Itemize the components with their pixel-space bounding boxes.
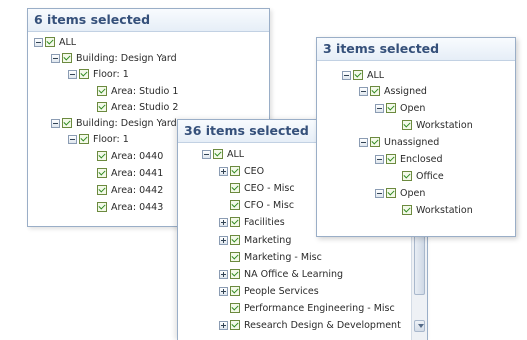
expand-icon[interactable] (219, 217, 228, 227)
checkbox-checked-icon[interactable] (386, 188, 396, 198)
tree-node-subtype[interactable]: Workstation (391, 203, 473, 217)
collapse-icon[interactable] (375, 188, 384, 198)
tree-node-department[interactable]: Research Design & Development (219, 318, 401, 332)
checkbox-checked-icon[interactable] (230, 217, 240, 227)
checkbox-checked-icon[interactable] (213, 149, 223, 159)
checkbox-checked-icon[interactable] (230, 320, 240, 330)
collapse-icon[interactable] (68, 134, 77, 144)
tree-node-department[interactable]: Marketing - Misc (219, 250, 322, 264)
panel-header: 3 items selected (317, 38, 515, 61)
tree-node-building[interactable]: Building: Design Yard (51, 51, 177, 65)
tree-node-type[interactable]: Open (375, 101, 425, 115)
tree-node-type[interactable]: Open (375, 186, 425, 200)
checkbox-checked-icon[interactable] (402, 171, 412, 181)
checkbox-checked-icon[interactable] (230, 200, 240, 210)
tree-node-all[interactable]: ALL (34, 35, 76, 49)
collapse-icon[interactable] (51, 53, 60, 63)
checkbox-checked-icon[interactable] (62, 53, 72, 63)
checkbox-checked-icon[interactable] (97, 185, 107, 195)
checkbox-checked-icon[interactable] (97, 151, 107, 161)
checkbox-checked-icon[interactable] (386, 154, 396, 164)
tree-node-department[interactable]: Marketing (219, 233, 291, 247)
tree-node-department[interactable]: Performance Engineering - Misc (219, 301, 395, 315)
tree-node-department[interactable]: CFO - Misc (219, 198, 294, 212)
tree-node-area[interactable]: Area: 0441 (86, 166, 163, 180)
collapse-icon[interactable] (375, 154, 384, 164)
checkbox-checked-icon[interactable] (230, 235, 240, 245)
checkbox-checked-icon[interactable] (353, 70, 363, 80)
collapse-icon[interactable] (34, 37, 43, 47)
tree-node-all[interactable]: ALL (342, 68, 384, 82)
tree-node-area[interactable]: Area: 0440 (86, 149, 163, 163)
tree-node-type[interactable]: Enclosed (375, 152, 443, 166)
tree-node-floor[interactable]: Floor: 1 (68, 67, 129, 81)
tree-node-building[interactable]: Building: Design Yard (51, 116, 177, 130)
checkbox-checked-icon[interactable] (230, 269, 240, 279)
checkbox-checked-icon[interactable] (386, 103, 396, 113)
tree-node-floor[interactable]: Floor: 1 (68, 132, 129, 146)
collapse-icon[interactable] (342, 70, 351, 80)
checkbox-checked-icon[interactable] (230, 286, 240, 296)
tree-node-subtype[interactable]: Workstation (391, 118, 473, 132)
tree-node-department[interactable]: NA Office & Learning (219, 267, 343, 281)
expand-icon[interactable] (219, 269, 228, 279)
checkbox-checked-icon[interactable] (79, 134, 89, 144)
checkbox-checked-icon[interactable] (230, 303, 240, 313)
collapse-icon[interactable] (359, 137, 368, 147)
checkbox-checked-icon[interactable] (97, 202, 107, 212)
tree-node-department[interactable]: Facilities (219, 215, 285, 229)
checkbox-checked-icon[interactable] (97, 102, 107, 112)
collapse-icon[interactable] (68, 69, 77, 79)
checkbox-checked-icon[interactable] (402, 205, 412, 215)
tree-node-area[interactable]: Area: 0442 (86, 183, 163, 197)
checkbox-checked-icon[interactable] (230, 252, 240, 262)
expand-icon[interactable] (219, 235, 228, 245)
checkbox-checked-icon[interactable] (370, 137, 380, 147)
tree-node-status[interactable]: Unassigned (359, 135, 439, 149)
tree-node-department[interactable]: CEO (219, 164, 264, 178)
tree-node-department[interactable]: CEO - Misc (219, 181, 295, 195)
tree-node-area[interactable]: Area: Studio 2 (86, 100, 178, 114)
checkbox-checked-icon[interactable] (97, 168, 107, 178)
collapse-icon[interactable] (202, 149, 211, 159)
checkbox-checked-icon[interactable] (230, 183, 240, 193)
tree-node-subtype[interactable]: Office (391, 169, 444, 183)
checkbox-checked-icon[interactable] (230, 166, 240, 176)
expand-icon[interactable] (219, 286, 228, 296)
checkbox-checked-icon[interactable] (62, 118, 72, 128)
expand-icon[interactable] (219, 166, 228, 176)
tree-node-department[interactable]: People Services (219, 284, 319, 298)
selection-panel-space-types: 3 items selected ALL Assigned Open Works… (316, 37, 516, 237)
checkbox-checked-icon[interactable] (79, 69, 89, 79)
tree-node-all[interactable]: ALL (202, 147, 244, 161)
collapse-icon[interactable] (51, 118, 60, 128)
tree-node-area[interactable]: Area: Studio 1 (86, 84, 178, 98)
panel-header: 6 items selected (28, 9, 269, 32)
checkbox-checked-icon[interactable] (45, 37, 55, 47)
collapse-icon[interactable] (359, 86, 368, 96)
checkbox-checked-icon[interactable] (370, 86, 380, 96)
checkbox-checked-icon[interactable] (97, 86, 107, 96)
expand-icon[interactable] (219, 320, 228, 330)
collapse-icon[interactable] (375, 103, 384, 113)
scroll-down-arrow-icon[interactable] (414, 320, 425, 332)
tree-node-status[interactable]: Assigned (359, 84, 427, 98)
checkbox-checked-icon[interactable] (402, 120, 412, 130)
tree-node-area[interactable]: Area: 0443 (86, 200, 163, 214)
